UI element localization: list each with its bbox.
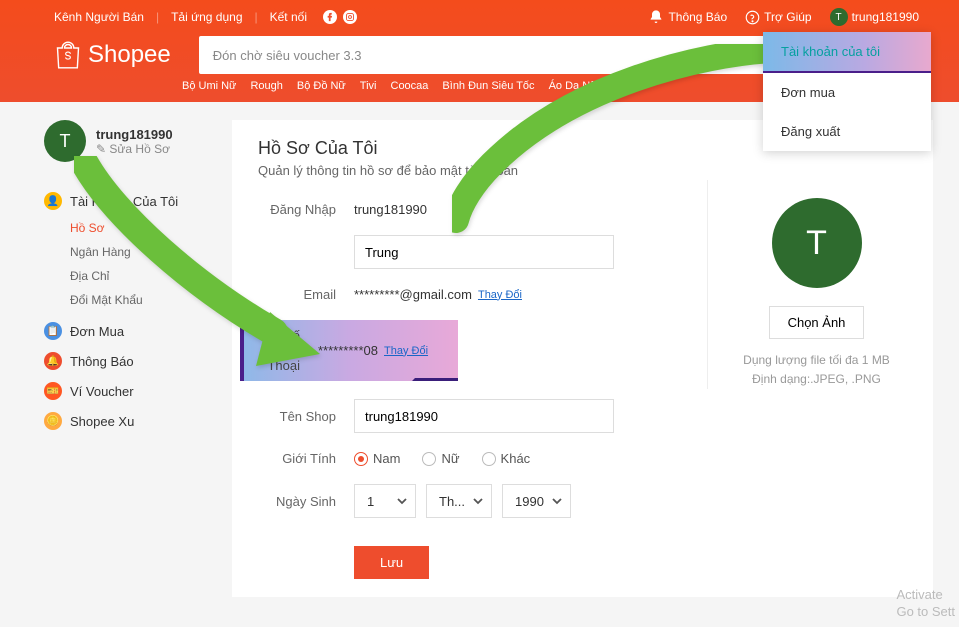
order-icon: 📋 (44, 322, 62, 340)
nav-account[interactable]: 👤 Tài Khoản Của Tôi (44, 186, 204, 216)
seller-channel-link[interactable]: Kênh Người Bán (54, 10, 144, 24)
page-subtitle: Quản lý thông tin hồ sơ để bảo mật tài k… (258, 163, 907, 178)
username-value: trung181990 (354, 202, 427, 217)
voucher-icon: 🎫 (44, 382, 62, 400)
dropdown-orders[interactable]: Đơn mua (763, 73, 931, 112)
birth-day-select[interactable]: 1 (354, 484, 416, 518)
name-input[interactable] (354, 235, 614, 269)
upload-hint-format: Định dạng:.JPEG, .PNG (726, 370, 907, 389)
keyword-link[interactable]: S (612, 80, 619, 92)
nav-notifications[interactable]: 🔔Thông Báo (44, 346, 204, 376)
shopee-logo[interactable]: Shopee (54, 41, 171, 69)
search-placeholder: Đón chờ siêu voucher 3.3 (213, 48, 362, 63)
dropdown-logout[interactable]: Đăng xuất (763, 112, 931, 151)
avatar-small: T (830, 8, 848, 26)
email-label: Email (258, 287, 354, 302)
gender-female-radio[interactable]: Nữ (422, 451, 459, 466)
change-email-link[interactable]: Thay Đổi (478, 289, 522, 301)
bell-icon (648, 9, 664, 25)
keyword-link[interactable]: Tivi (360, 80, 377, 92)
notifications-link[interactable]: Thông Báo (648, 9, 727, 25)
chevron-down-icon (397, 496, 407, 506)
avatar-large: T (772, 198, 862, 288)
sidebar-username: trung181990 (96, 127, 173, 142)
gender-other-radio[interactable]: Khác (482, 451, 531, 466)
email-value: *********@gmail.com (354, 287, 472, 302)
help-link[interactable]: Trợ Giúp (745, 10, 811, 25)
avatar-panel: T Chọn Ảnh Dụng lượng file tối đa 1 MB Đ… (707, 180, 907, 389)
birth-label: Ngày Sinh (258, 494, 354, 509)
nav-bank[interactable]: Ngân Hàng (70, 240, 204, 264)
keyword-link[interactable]: Áo Dạ Nữ (549, 80, 598, 92)
coin-icon: 🪙 (44, 412, 62, 430)
phone-label: Số Điện Thoại (240, 328, 318, 373)
nav-xu[interactable]: 🪙Shopee Xu (44, 406, 204, 436)
choose-image-button[interactable]: Chọn Ảnh (769, 306, 865, 339)
keyword-link[interactable]: Rough (250, 80, 282, 92)
gender-label: Giới Tính (258, 451, 354, 466)
shopname-label: Tên Shop (258, 409, 354, 424)
phone-value: *********08 (318, 343, 378, 358)
shopname-input[interactable] (354, 399, 614, 433)
chevron-down-icon (473, 496, 483, 506)
nav-address[interactable]: Địa Chỉ (70, 264, 204, 288)
username-label: Đăng Nhập (258, 202, 354, 217)
nav-voucher[interactable]: 🎫Ví Voucher (44, 376, 204, 406)
facebook-icon[interactable] (323, 10, 337, 24)
phone-highlight: Số Điện Thoại *********08 Thay Đổi (240, 320, 458, 381)
instagram-icon[interactable] (343, 10, 357, 24)
user-dropdown: Tài khoản của tôi Đơn mua Đăng xuất (763, 32, 931, 151)
nav-password[interactable]: Đổi Mật Khẩu (70, 288, 204, 312)
help-icon (745, 10, 760, 25)
nav-orders[interactable]: 📋Đơn Mua (44, 316, 204, 346)
sidebar-avatar: T (44, 120, 86, 162)
chevron-down-icon (552, 496, 562, 506)
birth-month-select[interactable]: Th... (426, 484, 492, 518)
birth-year-select[interactable]: 1990 (502, 484, 571, 518)
shopee-bag-icon (54, 41, 82, 69)
nav-profile[interactable]: Hồ Sơ (70, 216, 204, 240)
edit-profile-link[interactable]: ✎ Sửa Hồ Sơ (96, 142, 173, 156)
notify-icon: 🔔 (44, 352, 62, 370)
sidebar: T trung181990 ✎ Sửa Hồ Sơ 👤 Tài Khoản Củ… (44, 120, 204, 597)
save-button[interactable]: Lưu (354, 546, 429, 579)
keyword-link[interactable]: Coocaa (391, 80, 429, 92)
gender-male-radio[interactable]: Nam (354, 451, 400, 466)
user-icon: 👤 (44, 192, 62, 210)
profile-panel: Hồ Sơ Của Tôi Quản lý thông tin hồ sơ để… (232, 120, 933, 597)
windows-watermark: Activate Go to Sett (896, 587, 955, 621)
topbar: Kênh Người Bán | Tải ứng dụng | Kết nối … (0, 8, 959, 32)
dropdown-my-account[interactable]: Tài khoản của tôi (763, 32, 931, 73)
change-phone-link[interactable]: Thay Đổi (384, 345, 428, 357)
keyword-link[interactable]: Bộ Đồ Nữ (297, 80, 346, 92)
download-app-link[interactable]: Tải ứng dụng (171, 10, 242, 24)
user-menu-trigger[interactable]: T trung181990 (830, 8, 919, 26)
keyword-link[interactable]: Bộ Umi Nữ (182, 80, 236, 92)
keyword-link[interactable]: Bình Đun Siêu Tốc (442, 80, 534, 92)
upload-hint-size: Dụng lượng file tối đa 1 MB (726, 351, 907, 370)
connect-link[interactable]: Kết nối (270, 10, 307, 24)
